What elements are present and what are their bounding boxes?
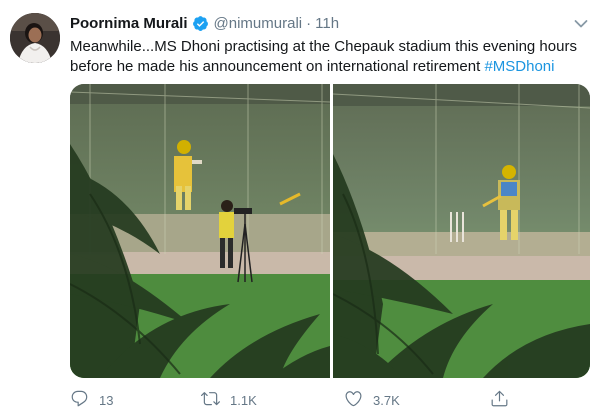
action-bar: 13 1.1K 3.7K	[70, 389, 590, 411]
separator-dot: ·	[306, 14, 312, 32]
chevron-down-icon[interactable]	[574, 16, 588, 28]
share-icon	[490, 389, 509, 411]
verified-badge-icon	[192, 15, 209, 32]
reply-count: 13	[99, 392, 114, 408]
tweet-text: Meanwhile...MS Dhoni practising at the C…	[70, 37, 590, 77]
author-handle[interactable]: @nimumurali	[214, 15, 303, 32]
reply-icon	[70, 389, 89, 411]
like-button[interactable]: 3.7K	[344, 389, 400, 411]
retweet-icon	[201, 389, 220, 411]
tweet[interactable]: Poornima Murali @nimumurali · 11h Meanwh…	[0, 0, 600, 416]
avatar[interactable]	[10, 13, 60, 63]
author-name[interactable]: Poornima Murali	[70, 15, 188, 32]
hashtag-link[interactable]: #MSDhoni	[484, 58, 554, 75]
timestamp[interactable]: 11h	[315, 15, 339, 32]
photo-right[interactable]	[333, 84, 590, 378]
photo-left[interactable]	[70, 84, 330, 378]
media-gallery[interactable]	[70, 84, 590, 378]
share-button[interactable]	[490, 389, 509, 411]
retweet-count: 1.1K	[230, 392, 257, 408]
like-count: 3.7K	[373, 392, 400, 408]
tweet-header: Poornima Murali @nimumurali · 11h	[70, 13, 339, 33]
heart-icon	[344, 389, 363, 411]
retweet-button[interactable]: 1.1K	[201, 389, 257, 411]
reply-button[interactable]: 13	[70, 389, 113, 411]
